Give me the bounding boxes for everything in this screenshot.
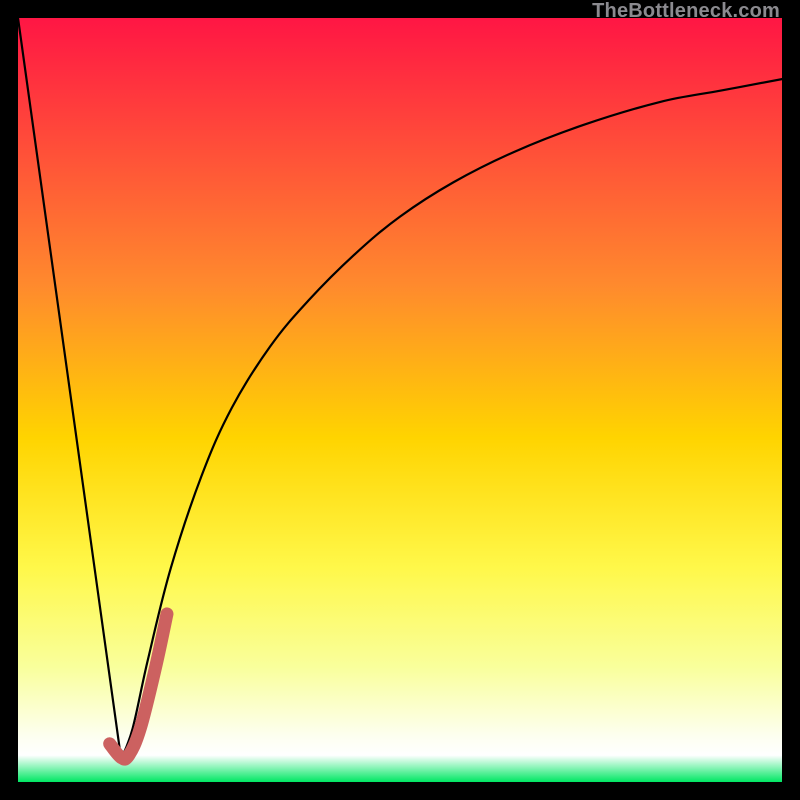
chart-plot (18, 18, 782, 782)
gradient-background (18, 18, 782, 782)
chart-frame: TheBottleneck.com (0, 0, 800, 800)
